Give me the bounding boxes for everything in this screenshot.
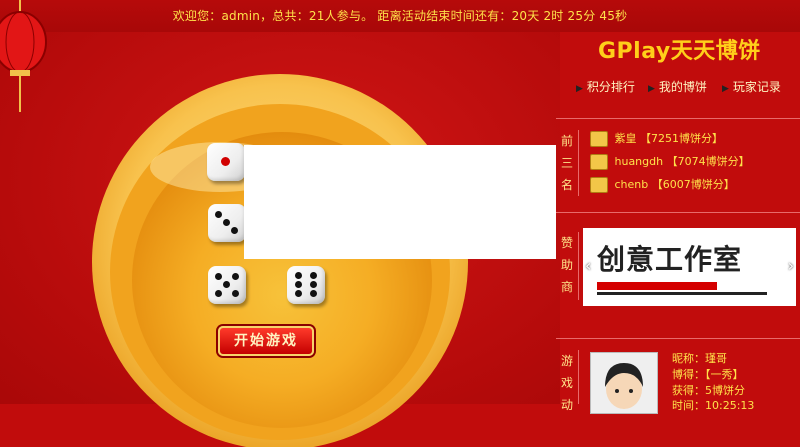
avatar: [590, 352, 658, 414]
arrow-right-icon: ▶: [722, 84, 729, 94]
arrow-right-icon: ▶: [576, 84, 583, 94]
vertical-label-char: 赞: [560, 236, 573, 250]
dice-pip: [215, 211, 222, 218]
lantern-icon: [0, 0, 47, 112]
dice-one: [207, 143, 245, 181]
rank-entry-3: chenb 【6007博饼分】: [590, 176, 735, 193]
start-game-button[interactable]: 开始游戏: [218, 326, 314, 356]
vertical-label-char: 助: [560, 258, 573, 272]
nav-item-my-game[interactable]: ▶ 我的博饼: [648, 78, 707, 95]
vertical-label-char: 商: [560, 280, 573, 294]
brand-title: GPlay天天博饼: [598, 39, 761, 64]
sponsor-logo-stripe: [597, 282, 717, 290]
blank-overlay: [244, 145, 556, 259]
top-three-label: 前三名: [556, 130, 579, 196]
dice-pip: [232, 273, 239, 280]
activity-earned: 获得：5博饼分: [672, 384, 745, 397]
sponsor-logo-text: 创意工作室: [597, 243, 743, 276]
nav-item-player-records[interactable]: ▶ 玩家记录: [722, 78, 781, 95]
activity-time: 时间：10:25:13: [672, 399, 755, 412]
trophy-icon: [590, 154, 608, 170]
dice-pip: [215, 273, 222, 280]
sponsor-banner[interactable]: 创意工作室 ‹ ›: [583, 228, 796, 306]
activity-nickname: 昵称：瑾哥: [672, 352, 727, 365]
dice-pip: [232, 290, 239, 297]
vertical-label-char: 三: [560, 156, 573, 170]
arrow-right-icon: ▶: [648, 84, 655, 94]
dice-pip: [295, 290, 302, 297]
chevron-left-icon[interactable]: ‹: [585, 256, 591, 275]
dice-pip: [310, 290, 317, 297]
dice-pip: [215, 290, 222, 297]
dice-pip: [223, 219, 230, 226]
rank-entry-1: 紫皇 【7251博饼分】: [590, 130, 723, 147]
dice-pip: [295, 272, 302, 279]
vertical-label-char: 名: [560, 178, 573, 192]
vertical-label-char: 游: [560, 354, 573, 368]
trophy-icon: [590, 131, 608, 147]
rank-entry-2: huangdh 【7074博饼分】: [590, 153, 750, 170]
dice-three: [208, 204, 246, 242]
trophy-icon: [590, 177, 608, 193]
dice-pip: [295, 281, 302, 288]
dice-pip: [310, 281, 317, 288]
bowl-image: [92, 74, 468, 447]
dice-pip: [231, 227, 238, 234]
vertical-label-char: 戏: [560, 376, 573, 390]
dice-five: [208, 266, 246, 304]
sponsor-logo-underline: [597, 292, 767, 295]
vertical-label-char: 动: [560, 398, 573, 412]
dice-pip: [310, 272, 317, 279]
status-text: 欢迎您：admin，总共：21人参与。 距离活动结束时间还有：20天 2时 25…: [172, 9, 628, 23]
activity-label: 游戏动: [556, 350, 579, 412]
activity-result: 博得：【一秀】: [672, 368, 744, 381]
sponsor-label: 赞助商: [556, 232, 579, 300]
vertical-label-char: 前: [560, 134, 573, 148]
dice-pip: [223, 281, 230, 288]
dice-six: [287, 266, 325, 304]
status-bar: 欢迎您：admin，总共：21人参与。 距离活动结束时间还有：20天 2时 25…: [0, 0, 800, 32]
dice-pip: [221, 157, 230, 166]
nav-item-leaderboard[interactable]: ▶ 积分排行: [576, 78, 635, 95]
chevron-right-icon[interactable]: ›: [788, 256, 794, 275]
